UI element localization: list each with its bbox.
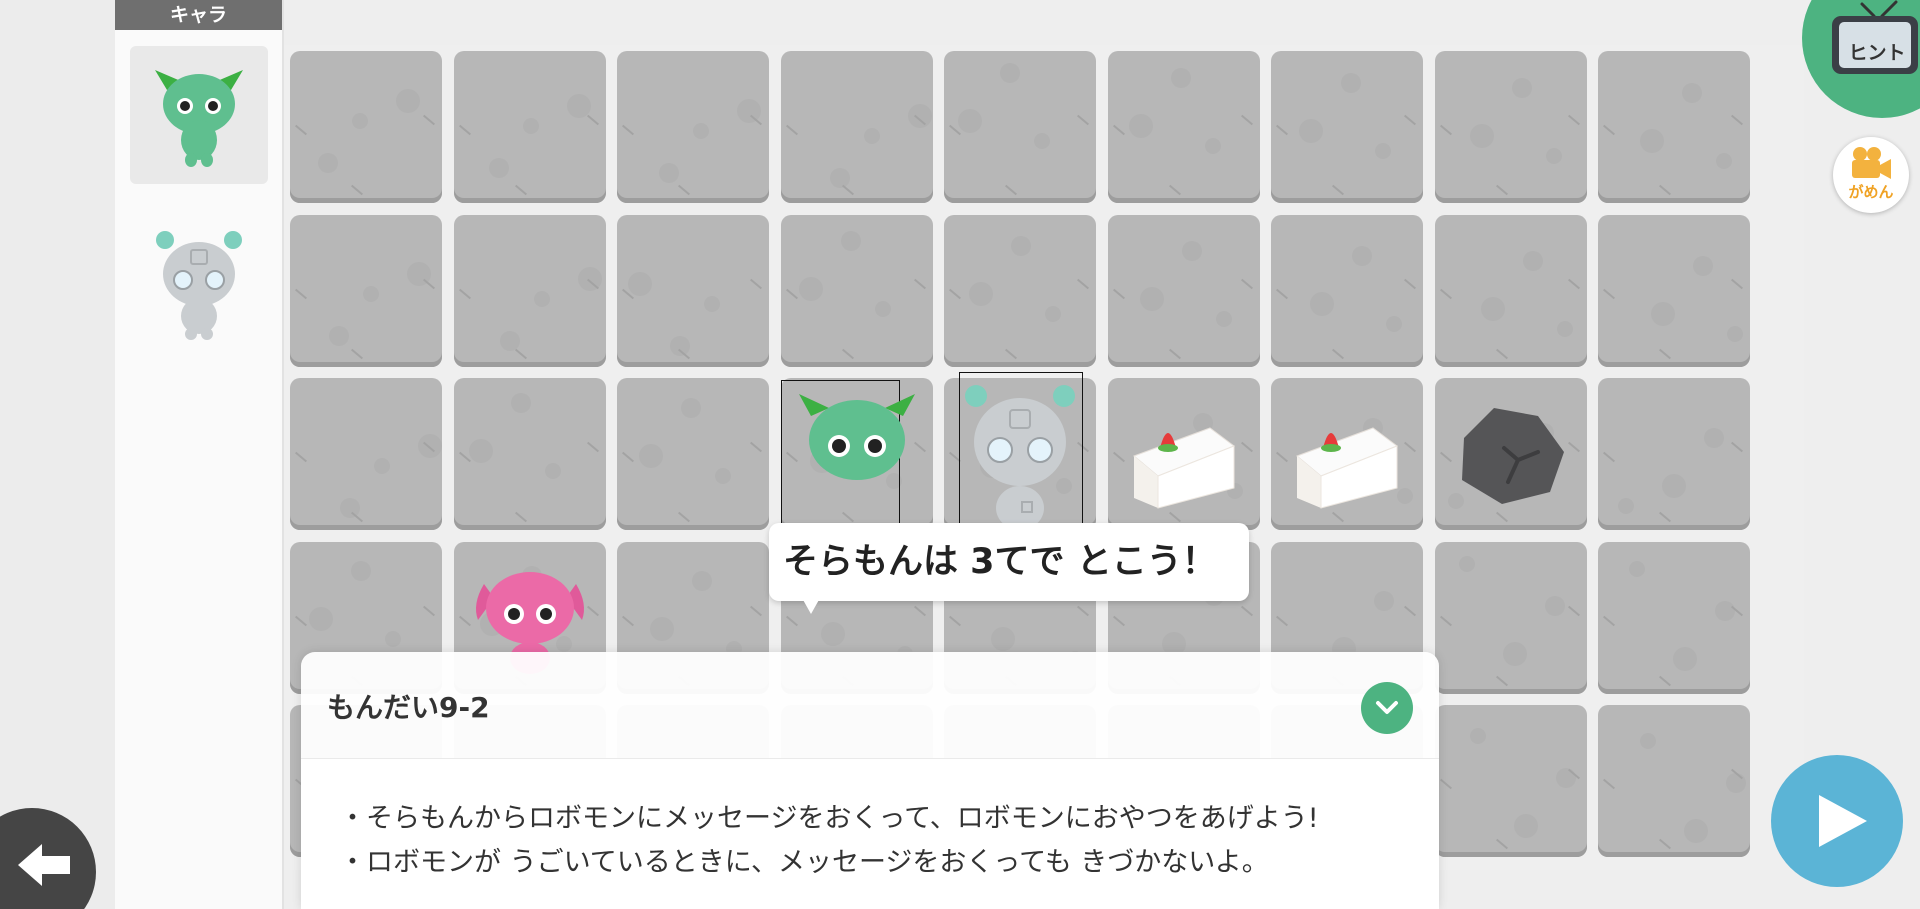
grid-tile [617, 378, 769, 530]
collapse-button[interactable] [1361, 682, 1413, 734]
problem-line: ・ロボモンが うごいているときに、メッセージをおくっても きづかないよ。 [339, 847, 1269, 878]
grid-item-green-monster[interactable] [797, 388, 917, 488]
grid-tile [290, 214, 442, 367]
grid-tile [944, 51, 1096, 203]
play-icon [1819, 795, 1867, 847]
grid-tile [1434, 214, 1587, 367]
grid-tile [617, 214, 769, 367]
grid-tile [1598, 51, 1750, 203]
grid-item-rock [1446, 390, 1576, 520]
grid-tile [1271, 214, 1423, 367]
cake-icon [1132, 427, 1235, 509]
back-arrow-icon [18, 844, 70, 886]
grid-tile [1107, 51, 1260, 203]
grid-tile [780, 51, 933, 203]
grid-tile [1434, 51, 1587, 203]
robomon-icon [156, 230, 242, 340]
grid-item-cake [1124, 398, 1244, 518]
grid-item-cake [1287, 398, 1407, 518]
hint-label: ヒント [1848, 42, 1906, 64]
speech-bubble-text: そらもんは 3てで とこう！ [783, 542, 1217, 582]
grid-tile [1434, 541, 1587, 694]
chevron-down-icon [1376, 701, 1398, 714]
grid-tile [1598, 378, 1750, 530]
speech-bubble-tail [802, 598, 820, 614]
rock-icon [1461, 408, 1564, 504]
play-button[interactable] [1771, 755, 1903, 887]
grid-tile [290, 51, 442, 203]
grid-tile [453, 51, 606, 203]
grid-tile [1271, 51, 1423, 203]
character-slot-green-monster[interactable] [130, 46, 268, 184]
character-slot-robomon[interactable] [130, 214, 268, 352]
grid-tile [290, 378, 442, 530]
grid-tile [1598, 214, 1750, 367]
grid-item-robomon[interactable] [960, 380, 1080, 530]
video-camera-icon [1852, 147, 1891, 179]
problem-line: ・そらもんからロボモンにメッセージをおくって、ロボモンにおやつをあげよう! [339, 803, 1319, 834]
problem-description: ・そらもんからロボモンにメッセージをおくって、ロボモンにおやつをあげよう! ・ロ… [301, 758, 1439, 909]
problem-header[interactable]: もんだい9-2 [301, 652, 1439, 758]
robomon-icon [965, 385, 1075, 530]
grid-tile [1598, 541, 1750, 694]
grid-tile [453, 378, 606, 530]
grid-tile [1434, 705, 1587, 857]
problem-title: もんだい9-2 [327, 691, 490, 724]
grid-tile [1598, 705, 1750, 857]
grid-tile [617, 51, 769, 203]
character-panel: キャラ [115, 0, 284, 909]
hint-button[interactable]: ヒント [1802, 0, 1920, 118]
grid-tile [1107, 214, 1260, 367]
record-screen-button[interactable]: がめん [1833, 137, 1909, 213]
speech-bubble: そらもんは 3てで とこう！ [769, 523, 1249, 601]
cake-icon [1296, 427, 1399, 509]
character-panel-header: キャラ [115, 0, 282, 30]
record-label: がめん [1848, 183, 1894, 201]
problem-card: もんだい9-2 ・そらもんからロボモンにメッセージをおくって、ロボモンにおやつを… [301, 652, 1439, 909]
grid-tile [780, 214, 933, 367]
grid-tile [453, 214, 606, 367]
green-monster-icon [798, 394, 915, 480]
grid-tile [944, 214, 1096, 367]
green-monster-icon [155, 70, 243, 167]
left-edge-strip [0, 0, 115, 909]
